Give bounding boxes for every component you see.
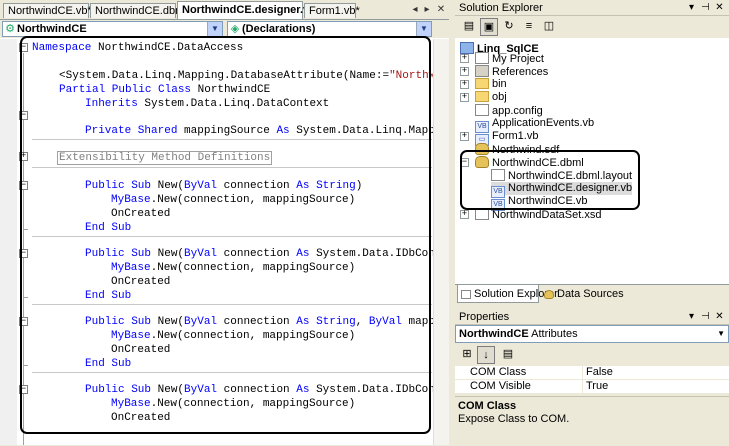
- show-all-files-icon[interactable]: ▣: [480, 18, 498, 36]
- class-icon: ⚙: [5, 23, 15, 35]
- property-description-panel: COM Class Expose Class to COM.: [455, 396, 729, 446]
- class-name-combo[interactable]: ⚙ NorthwindCE ▼: [2, 21, 223, 37]
- auto-hide-pin-icon[interactable]: ⊣: [699, 310, 712, 323]
- description-text: Expose Class to COM.: [458, 413, 570, 425]
- solution-explorer-title-bar: Solution Explorer ▾ ⊣ ✕: [455, 0, 729, 16]
- tree-item-references[interactable]: References: [475, 65, 548, 78]
- tab-northwindce-designer-vb[interactable]: NorthwindCE.designer.vb: [177, 1, 316, 19]
- method-name-value: (Declarations): [242, 23, 316, 35]
- tree-item-app-config[interactable]: app.config: [475, 104, 543, 117]
- categorized-icon[interactable]: ⊞: [458, 346, 476, 364]
- document-tab-strip: NorthwindCE.vb* NorthwindCE.dbml Northwi…: [0, 0, 449, 20]
- scroll-tabs-left-icon[interactable]: ◂: [409, 4, 421, 16]
- chevron-down-icon[interactable]: ▼: [416, 22, 431, 36]
- expand-icon[interactable]: +: [460, 93, 469, 102]
- chevron-down-icon[interactable]: ▼: [717, 326, 725, 342]
- window-position-icon[interactable]: ▾: [685, 1, 698, 14]
- references-icon: [475, 65, 489, 77]
- tab-northwindce-vb[interactable]: NorthwindCE.vb*: [3, 3, 92, 18]
- config-file-icon: [475, 104, 489, 116]
- chevron-down-icon[interactable]: ▼: [207, 22, 222, 36]
- property-grid[interactable]: COM Class False COM Visible True: [455, 366, 729, 394]
- scroll-tabs-right-icon[interactable]: ▸: [421, 4, 433, 16]
- close-document-icon[interactable]: ✕: [435, 4, 447, 16]
- annotation-highlight-box: [460, 150, 640, 210]
- tree-item-my-project[interactable]: My Project: [475, 52, 544, 65]
- my-project-icon: [475, 52, 489, 64]
- data-sources-icon: [544, 290, 554, 299]
- property-row[interactable]: COM Class False: [455, 366, 729, 380]
- view-code-icon[interactable]: ≡: [520, 18, 538, 36]
- method-name-combo[interactable]: ◈ (Declarations) ▼: [227, 21, 432, 37]
- solution-explorer-icon: [461, 290, 471, 299]
- folder-icon: [475, 91, 489, 102]
- editor-vertical-scrollbar[interactable]: [433, 39, 450, 445]
- solution-explorer-toolbar: ▤ ▣ ↻ ≡ ◫: [455, 16, 729, 38]
- solution-explorer-bottom-tabs: Solution Explorer Data Sources: [455, 284, 729, 305]
- expand-icon[interactable]: +: [460, 67, 469, 76]
- tab-northwindce-dbml[interactable]: NorthwindCE.dbml: [90, 3, 187, 18]
- property-name: COM Class: [470, 366, 583, 379]
- property-name: COM Visible: [470, 380, 583, 393]
- tree-item-form1[interactable]: ▭ Form1.vb: [475, 130, 538, 146]
- auto-hide-pin-icon[interactable]: ⊣: [699, 1, 712, 14]
- properties-toolbar: ⊞ ↓ ▤: [455, 344, 729, 366]
- declarations-icon: ◈: [230, 23, 240, 35]
- class-name-value: NorthwindCE: [17, 23, 87, 35]
- description-title: COM Class: [458, 400, 517, 412]
- expand-icon[interactable]: +: [460, 54, 469, 63]
- indicator-margin: [0, 39, 17, 445]
- properties-title: Properties: [459, 311, 510, 323]
- properties-object-selector[interactable]: NorthwindCE Attributes ▼: [455, 325, 729, 343]
- object-type: Attributes: [528, 328, 578, 340]
- property-row[interactable]: COM Visible True: [455, 380, 729, 394]
- property-value[interactable]: False: [586, 366, 613, 379]
- tree-item-application-events[interactable]: VB ApplicationEvents.vb: [475, 117, 594, 133]
- alphabetical-icon[interactable]: ↓: [477, 346, 495, 364]
- tree-item-obj[interactable]: obj: [475, 91, 507, 104]
- close-icon[interactable]: ✕: [713, 310, 726, 323]
- expand-icon[interactable]: +: [460, 132, 469, 141]
- refresh-icon[interactable]: ↻: [500, 18, 518, 36]
- code-editor[interactable]: NorthwindCE.vb* NorthwindCE.dbml Northwi…: [0, 0, 450, 445]
- property-pages-icon[interactable]: ▤: [499, 346, 517, 364]
- window-position-icon[interactable]: ▾: [685, 310, 698, 323]
- tab-form1-vb[interactable]: Form1.vb*: [304, 3, 360, 18]
- object-name: NorthwindCE: [459, 328, 529, 340]
- folder-icon: [475, 78, 489, 89]
- properties-title-bar: Properties ▾ ⊣ ✕: [455, 309, 729, 325]
- view-designer-icon[interactable]: ◫: [540, 18, 558, 36]
- property-value[interactable]: True: [586, 380, 608, 393]
- expand-icon[interactable]: +: [460, 210, 469, 219]
- annotation-highlight-box: [20, 36, 431, 434]
- tree-item-bin[interactable]: bin: [475, 78, 507, 91]
- properties-icon[interactable]: ▤: [460, 18, 478, 36]
- tab-solution-explorer[interactable]: Solution Explorer: [457, 285, 558, 303]
- close-icon[interactable]: ✕: [713, 1, 726, 14]
- solution-explorer-title: Solution Explorer: [459, 2, 543, 14]
- tab-data-sources[interactable]: Data Sources: [541, 285, 624, 303]
- expand-icon[interactable]: +: [460, 80, 469, 89]
